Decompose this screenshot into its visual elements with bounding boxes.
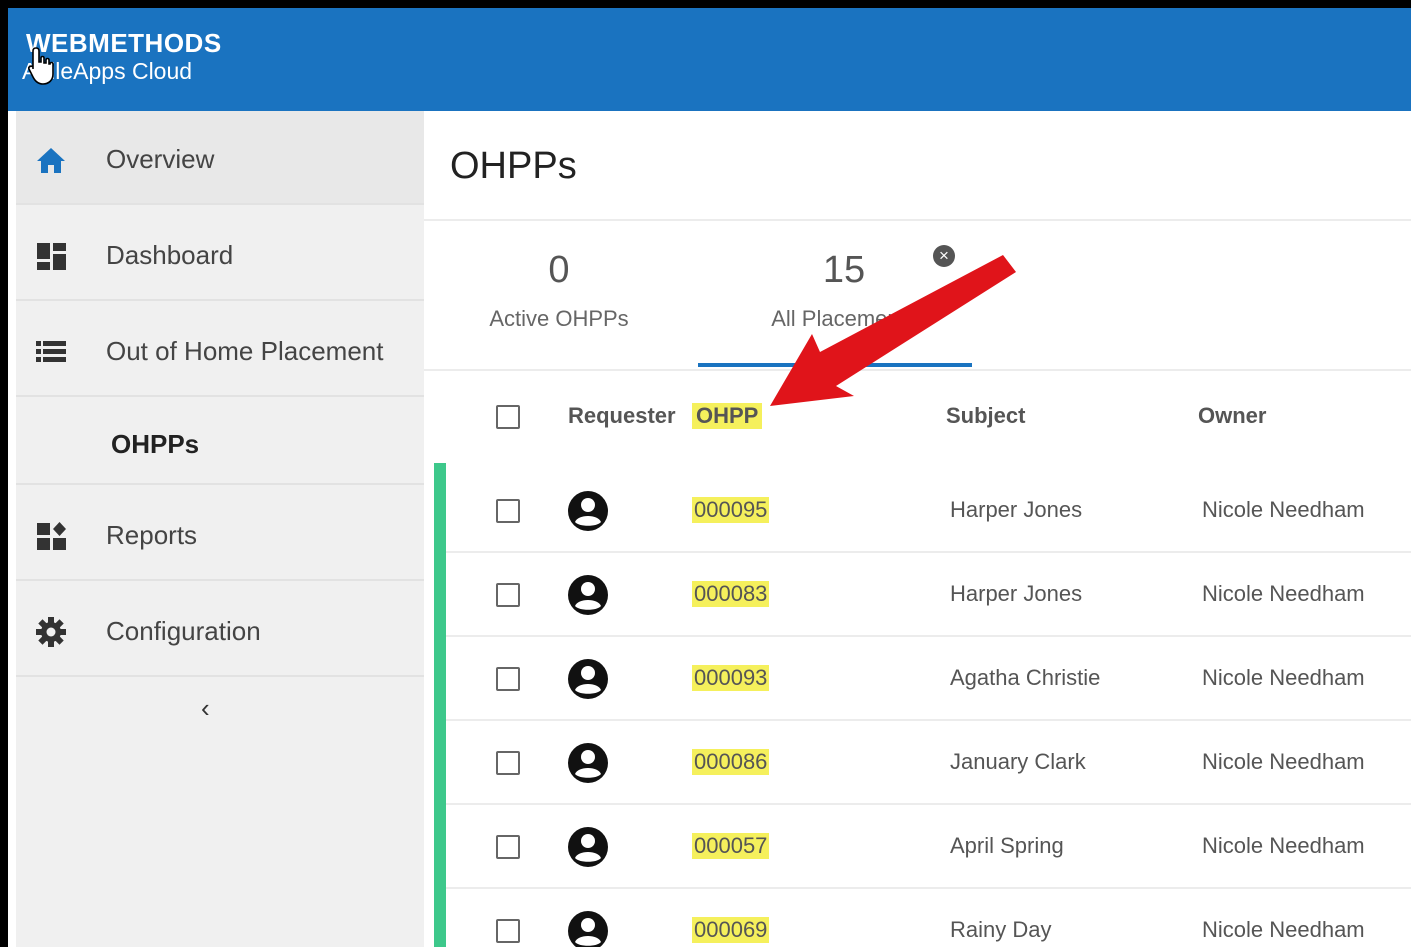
table-row[interactable]: 000069 Rainy Day Nicole Needham xyxy=(446,889,1411,947)
sidebar-item-label: Configuration xyxy=(106,616,261,646)
gear-icon xyxy=(36,617,66,647)
rows-accent-bar xyxy=(434,463,446,947)
all-label: All Placements xyxy=(771,306,917,331)
subject-cell: Harper Jones xyxy=(950,497,1083,522)
ohpp-link[interactable]: 000057 xyxy=(692,833,770,859)
sidebar-item-overview[interactable]: Overview xyxy=(16,111,424,205)
row-checkbox[interactable] xyxy=(496,499,520,523)
main-content: OHPPs 0 Active OHPPs 15 All Placements ×… xyxy=(424,111,1411,947)
sidebar-item-reports[interactable]: Reports xyxy=(16,487,424,581)
owner-cell: Nicole Needham xyxy=(1202,833,1365,858)
column-header-subject[interactable]: Subject xyxy=(946,403,1025,429)
app-window: WEBMETHODS AgileApps Cloud Overview Dash… xyxy=(8,8,1411,947)
sidebar-item-dashboard[interactable]: Dashboard xyxy=(16,207,424,301)
sidebar-item-label: Reports xyxy=(106,520,198,550)
dashboard-icon xyxy=(37,243,66,270)
subject-cell: April Spring xyxy=(950,833,1064,858)
active-tab-indicator xyxy=(698,363,972,367)
column-header-requester[interactable]: Requester xyxy=(568,403,676,429)
subject-cell: Harper Jones xyxy=(950,581,1083,606)
top-bar: WEBMETHODS AgileApps Cloud xyxy=(8,8,1411,111)
owner-cell: Nicole Needham xyxy=(1202,917,1365,942)
user-avatar-icon xyxy=(568,827,608,867)
sidebar-item-ohpps[interactable]: OHPPs xyxy=(16,401,424,485)
ohpp-link[interactable]: 000083 xyxy=(692,581,770,607)
ohpp-link[interactable]: 000095 xyxy=(692,497,770,523)
row-checkbox[interactable] xyxy=(496,751,520,775)
column-header-ohpp[interactable]: OHPP xyxy=(692,403,763,429)
ohpp-link[interactable]: 000069 xyxy=(692,917,770,943)
owner-cell: Nicole Needham xyxy=(1202,497,1365,522)
sidebar-item-label: Out of Home Placement xyxy=(106,336,384,366)
table-row[interactable]: 000086 January Clark Nicole Needham xyxy=(446,721,1411,805)
owner-cell: Nicole Needham xyxy=(1202,749,1365,774)
sidebar-item-label: Dashboard xyxy=(106,240,234,270)
list-icon xyxy=(36,341,66,362)
user-avatar-icon xyxy=(568,491,608,531)
close-icon[interactable]: × xyxy=(933,245,955,267)
user-avatar-icon xyxy=(568,743,608,783)
table-row[interactable]: 000057 April Spring Nicole Needham xyxy=(446,805,1411,889)
hand-cursor-icon xyxy=(28,47,54,85)
select-all-checkbox[interactable] xyxy=(496,405,520,429)
subject-cell: January Clark xyxy=(950,749,1086,774)
home-icon xyxy=(37,148,65,173)
table-row[interactable]: 000093 Agatha Christie Nicole Needham xyxy=(446,637,1411,721)
tab-active-ohpps[interactable]: 0 Active OHPPs xyxy=(474,249,644,332)
sidebar-item-out-of-home-placement[interactable]: Out of Home Placement xyxy=(16,303,424,397)
page-title: OHPPs xyxy=(450,145,577,187)
row-checkbox[interactable] xyxy=(496,835,520,859)
column-header-owner[interactable]: Owner xyxy=(1198,403,1266,429)
user-avatar-icon xyxy=(568,911,608,947)
ohpp-link[interactable]: 000093 xyxy=(692,665,770,691)
row-checkbox[interactable] xyxy=(496,919,520,943)
row-checkbox[interactable] xyxy=(496,667,520,691)
reports-icon xyxy=(37,522,66,550)
sidebar-item-configuration[interactable]: Configuration xyxy=(16,583,424,677)
sidebar-item-label: OHPPs xyxy=(111,429,200,459)
active-count: 0 xyxy=(548,249,570,291)
ohpp-link[interactable]: 000086 xyxy=(692,749,770,775)
user-avatar-icon xyxy=(568,659,608,699)
divider xyxy=(424,219,1411,221)
table-row[interactable]: 000095 Harper Jones Nicole Needham xyxy=(446,469,1411,553)
owner-cell: Nicole Needham xyxy=(1202,581,1365,606)
user-avatar-icon xyxy=(568,575,608,615)
subject-cell: Agatha Christie xyxy=(950,665,1101,690)
table-row[interactable]: 000083 Harper Jones Nicole Needham xyxy=(446,553,1411,637)
divider xyxy=(424,369,1411,371)
row-checkbox[interactable] xyxy=(496,583,520,607)
owner-cell: Nicole Needham xyxy=(1202,665,1365,690)
collapse-sidebar-chevron-icon[interactable]: ‹ xyxy=(201,693,210,724)
sidebar: Overview Dashboard Out of Home Placement… xyxy=(16,111,424,947)
active-label: Active OHPPs xyxy=(489,306,629,331)
subject-cell: Rainy Day xyxy=(950,917,1052,942)
sidebar-item-label: Overview xyxy=(106,144,215,174)
